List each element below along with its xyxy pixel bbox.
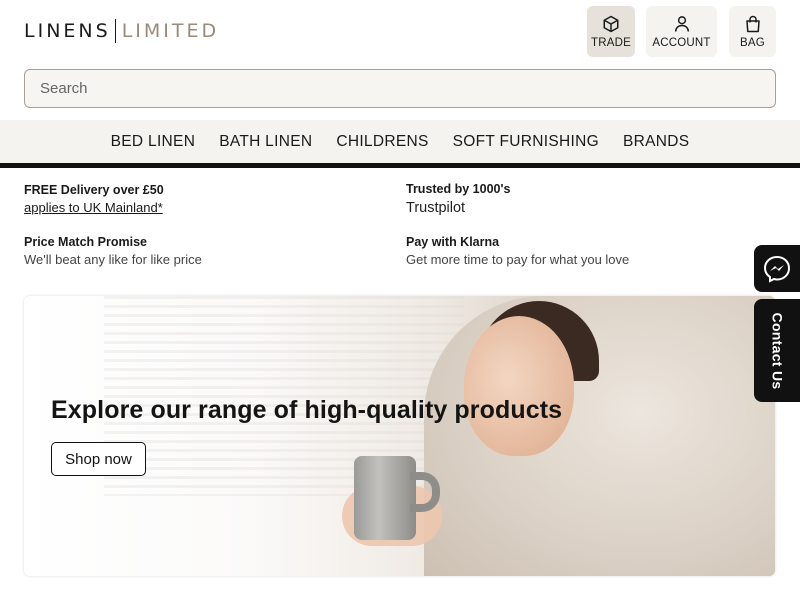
search-bar bbox=[24, 69, 776, 108]
messenger-button[interactable] bbox=[754, 245, 800, 292]
usp-subtitle: We'll beat any like for like price bbox=[24, 252, 202, 267]
nav-item-bed-linen[interactable]: BED LINEN bbox=[111, 133, 196, 151]
site-header: LINENS LIMITED TRADE ACCOUNT BAG bbox=[0, 0, 800, 62]
hero-title: Explore our range of high-quality produc… bbox=[51, 396, 563, 424]
user-icon bbox=[674, 15, 689, 32]
usp-trusted: Trusted by 1000's Trustpilot bbox=[406, 182, 766, 216]
trade-label: TRADE bbox=[591, 36, 631, 49]
usp-title: FREE Delivery over £50 bbox=[24, 183, 164, 197]
logo-text-linens: LINENS bbox=[24, 20, 111, 42]
messenger-icon bbox=[763, 255, 791, 283]
usp-free-delivery: FREE Delivery over £50 applies to UK Mai… bbox=[24, 183, 384, 215]
trustpilot-link[interactable]: Trustpilot bbox=[406, 200, 766, 216]
contact-us-label: Contact Us bbox=[769, 312, 785, 389]
shop-now-button[interactable]: Shop now bbox=[51, 442, 146, 476]
usp-title: Pay with Klarna bbox=[406, 235, 500, 249]
nav-divider-bar bbox=[0, 163, 800, 168]
usp-klarna: Pay with Klarna Get more time to pay for… bbox=[406, 235, 766, 267]
usp-delivery-link[interactable]: applies to UK Mainland* bbox=[24, 200, 384, 215]
nav-item-bath-linen[interactable]: BATH LINEN bbox=[219, 133, 312, 151]
usp-subtitle: Get more time to pay for what you love bbox=[406, 252, 630, 267]
main-nav: BED LINEN BATH LINEN CHILDRENS SOFT FURN… bbox=[0, 120, 800, 163]
usp-price-match: Price Match Promise We'll beat any like … bbox=[24, 235, 384, 267]
usp-title: Price Match Promise bbox=[24, 235, 147, 249]
mug-shape bbox=[354, 456, 416, 540]
box-icon bbox=[603, 15, 619, 32]
nav-item-childrens[interactable]: CHILDRENS bbox=[336, 133, 428, 151]
brand-logo[interactable]: LINENS LIMITED bbox=[24, 19, 219, 43]
bag-button[interactable]: BAG bbox=[729, 6, 776, 57]
trade-button[interactable]: TRADE bbox=[587, 6, 635, 57]
search-input[interactable] bbox=[25, 70, 775, 107]
hero-banner[interactable]: Explore our range of high-quality produc… bbox=[24, 296, 775, 576]
bag-label: BAG bbox=[740, 36, 765, 49]
logo-text-limited: LIMITED bbox=[121, 20, 220, 42]
logo-divider bbox=[114, 19, 116, 43]
account-label: ACCOUNT bbox=[652, 36, 711, 49]
account-button[interactable]: ACCOUNT bbox=[646, 6, 717, 57]
nav-item-soft-furnishing[interactable]: SOFT FURNISHING bbox=[453, 133, 599, 151]
contact-us-tab[interactable]: Contact Us bbox=[754, 299, 800, 402]
nav-item-brands[interactable]: BRANDS bbox=[623, 133, 689, 151]
usp-title: Trusted by 1000's bbox=[406, 182, 511, 196]
face-shape bbox=[464, 316, 574, 456]
hero-image bbox=[24, 296, 775, 576]
shopping-bag-icon bbox=[745, 15, 760, 32]
